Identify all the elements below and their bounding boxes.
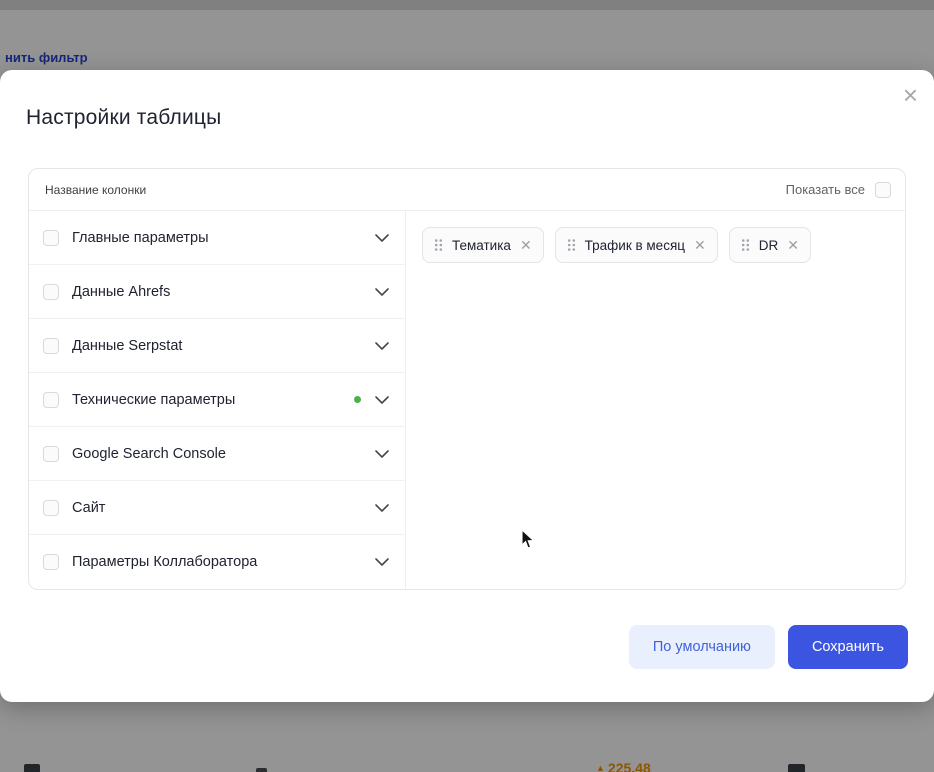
chip-label: Трафик в месяц [585, 238, 685, 253]
modal-title: Настройки таблицы [26, 106, 221, 130]
category-list: Главные параметры Данные Ahrefs Данные S… [29, 211, 406, 589]
chip-label: Тематика [452, 238, 511, 253]
panel-header: Название колонки Показать все [29, 169, 905, 211]
chip-label: DR [759, 238, 779, 253]
category-row-site[interactable]: Сайт [29, 481, 405, 535]
show-all-checkbox[interactable] [875, 182, 891, 198]
remove-chip-icon[interactable]: ✕ [520, 238, 532, 252]
chip-trafik-v-mesyac[interactable]: Трафик в месяц ✕ [555, 227, 718, 263]
category-row-main-params[interactable]: Главные параметры [29, 211, 405, 265]
category-checkbox[interactable] [43, 230, 59, 246]
drag-handle-icon[interactable] [434, 238, 443, 252]
category-label: Google Search Console [72, 446, 375, 462]
category-label: Данные Ahrefs [72, 284, 375, 300]
column-name-heading: Название колонки [45, 183, 146, 197]
chevron-down-icon[interactable] [375, 558, 389, 566]
category-row-ahrefs[interactable]: Данные Ahrefs [29, 265, 405, 319]
category-checkbox[interactable] [43, 446, 59, 462]
category-checkbox[interactable] [43, 338, 59, 354]
category-label: Технические параметры [72, 392, 354, 408]
drag-handle-icon[interactable] [741, 238, 750, 252]
category-label: Параметры Коллаборатора [72, 554, 375, 570]
chevron-down-icon[interactable] [375, 396, 389, 404]
category-label: Данные Serpstat [72, 338, 375, 354]
category-row-collaborator-params[interactable]: Параметры Коллаборатора [29, 535, 405, 589]
active-status-dot [354, 396, 361, 403]
category-checkbox[interactable] [43, 500, 59, 516]
selected-columns-area: Тематика ✕ Трафик в месяц ✕ [406, 211, 905, 589]
chip-tematika[interactable]: Тематика ✕ [422, 227, 544, 263]
remove-chip-icon[interactable]: ✕ [694, 238, 706, 252]
close-icon[interactable]: × [899, 78, 922, 112]
chips-row: Тематика ✕ Трафик в месяц ✕ [422, 227, 889, 263]
category-label: Главные параметры [72, 230, 375, 246]
category-checkbox[interactable] [43, 392, 59, 408]
category-label: Сайт [72, 500, 375, 516]
category-row-technical-params[interactable]: Технические параметры [29, 373, 405, 427]
panel-body: Главные параметры Данные Ahrefs Данные S… [29, 211, 905, 589]
table-settings-modal: Настройки таблицы × Название колонки Пок… [0, 70, 934, 702]
category-row-serpstat[interactable]: Данные Serpstat [29, 319, 405, 373]
columns-panel: Название колонки Показать все Главные па… [28, 168, 906, 590]
show-all-control: Показать все [786, 182, 891, 198]
chevron-down-icon[interactable] [375, 288, 389, 296]
chevron-down-icon[interactable] [375, 504, 389, 512]
category-checkbox[interactable] [43, 554, 59, 570]
show-all-label: Показать все [786, 182, 865, 197]
chip-dr[interactable]: DR ✕ [729, 227, 811, 263]
drag-handle-icon[interactable] [567, 238, 576, 252]
chevron-down-icon[interactable] [375, 234, 389, 242]
modal-footer: По умолчанию Сохранить [629, 625, 908, 669]
chevron-down-icon[interactable] [375, 342, 389, 350]
chevron-down-icon[interactable] [375, 450, 389, 458]
default-button[interactable]: По умолчанию [629, 625, 775, 669]
category-checkbox[interactable] [43, 284, 59, 300]
remove-chip-icon[interactable]: ✕ [787, 238, 799, 252]
category-row-google-search-console[interactable]: Google Search Console [29, 427, 405, 481]
save-button[interactable]: Сохранить [788, 625, 908, 669]
